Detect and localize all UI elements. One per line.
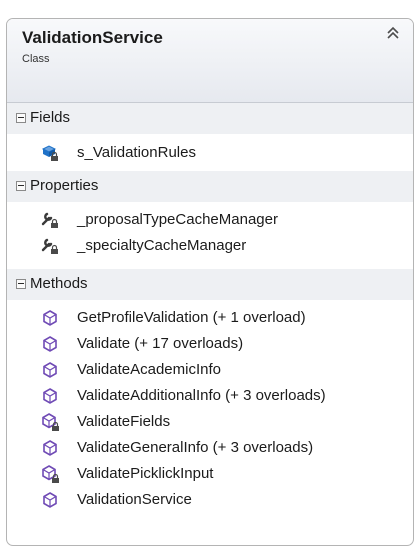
- method-private-icon: [40, 412, 60, 432]
- method-label: Validate (+ 17 overloads): [77, 335, 244, 352]
- property-label: _specialtyCacheManager: [77, 237, 247, 254]
- section-methods[interactable]: Methods: [7, 269, 413, 300]
- method-icon: [40, 386, 60, 406]
- collapse-chevron-icon[interactable]: [385, 25, 401, 41]
- method-item[interactable]: ValidationService: [7, 487, 413, 513]
- method-label: ValidationService: [77, 491, 192, 508]
- field-label: s_ValidationRules: [77, 144, 196, 161]
- section-properties[interactable]: Properties: [7, 171, 413, 202]
- method-item[interactable]: GetProfileValidation (+ 1 overload): [7, 305, 413, 331]
- method-label: ValidateFields: [77, 413, 171, 430]
- section-label: Properties: [30, 177, 99, 194]
- method-label: ValidateAcademicInfo: [77, 361, 221, 378]
- section-label: Methods: [30, 275, 88, 292]
- class-header[interactable]: ValidationService Class: [7, 19, 413, 103]
- collapse-toggle-icon[interactable]: [16, 113, 26, 123]
- property-private-icon: [40, 210, 60, 230]
- class-name: ValidationService: [22, 28, 163, 47]
- class-kind: Class: [22, 53, 50, 65]
- method-icon: [40, 334, 60, 354]
- method-icon: [40, 360, 60, 380]
- property-label: _proposalTypeCacheManager: [77, 211, 278, 228]
- method-icon: [40, 490, 60, 510]
- method-item[interactable]: ValidateGeneralInfo (+ 3 overloads): [7, 435, 413, 461]
- method-label: ValidateAdditionalInfo (+ 3 overloads): [77, 387, 326, 404]
- section-fields[interactable]: Fields: [7, 103, 413, 134]
- field-private-icon: [40, 143, 60, 163]
- method-icon: [40, 438, 60, 458]
- field-item[interactable]: s_ValidationRules: [7, 140, 413, 166]
- collapse-toggle-icon[interactable]: [16, 279, 26, 289]
- method-label: GetProfileValidation (+ 1 overload): [77, 309, 306, 326]
- method-label: ValidateGeneralInfo (+ 3 overloads): [77, 439, 314, 456]
- property-item[interactable]: _proposalTypeCacheManager: [7, 207, 413, 233]
- method-item[interactable]: ValidatePicklickInput: [7, 461, 413, 487]
- method-private-icon: [40, 464, 60, 484]
- class-diagram-shape[interactable]: ValidationService Class Fields s_Validat…: [6, 18, 414, 546]
- property-item[interactable]: _specialtyCacheManager: [7, 233, 413, 259]
- method-icon: [40, 308, 60, 328]
- method-item[interactable]: ValidateAdditionalInfo (+ 3 overloads): [7, 383, 413, 409]
- collapse-toggle-icon[interactable]: [16, 181, 26, 191]
- method-item[interactable]: Validate (+ 17 overloads): [7, 331, 413, 357]
- method-label: ValidatePicklickInput: [77, 465, 214, 482]
- section-label: Fields: [30, 109, 71, 126]
- method-item[interactable]: ValidateFields: [7, 409, 413, 435]
- property-private-icon: [40, 236, 60, 256]
- method-item[interactable]: ValidateAcademicInfo: [7, 357, 413, 383]
